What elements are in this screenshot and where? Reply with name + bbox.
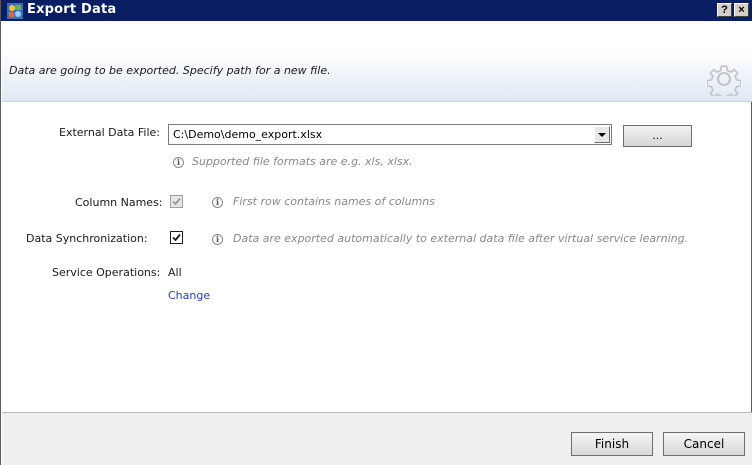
info-icon: i: [173, 157, 184, 168]
column-names-hint: First row contains names of columns: [233, 195, 435, 208]
file-format-hint: Supported file formats are e.g. xls, xls…: [192, 155, 413, 168]
close-button[interactable]: ×: [734, 3, 749, 17]
chevron-down-icon[interactable]: [594, 126, 610, 143]
external-data-file-value: C:\Demo\demo_export.xlsx: [173, 128, 323, 141]
change-link[interactable]: Change: [168, 289, 210, 302]
service-operations-label: Service Operations:: [52, 266, 161, 279]
title-bar[interactable]: Export Data ? ×: [1, 0, 752, 21]
finish-button[interactable]: Finish: [571, 432, 653, 456]
external-data-file-label: External Data File:: [59, 126, 161, 139]
header-description: Data are going to be exported. Specify p…: [9, 64, 331, 77]
export-data-icon: [7, 3, 23, 19]
window-title: Export Data: [27, 2, 117, 17]
column-names-label: Column Names:: [75, 196, 163, 209]
info-icon: i: [212, 234, 223, 245]
browse-button[interactable]: ...: [623, 125, 692, 147]
gear-icon: [707, 65, 741, 96]
checkmark-icon: [172, 233, 181, 242]
info-icon: i: [212, 197, 223, 208]
column-names-checkbox[interactable]: [170, 195, 183, 208]
export-data-dialog: Export Data ? × Data are going to be exp…: [0, 0, 752, 465]
external-data-file-combo[interactable]: C:\Demo\demo_export.xlsx: [168, 124, 612, 145]
checkmark-icon: [172, 197, 181, 206]
data-synchronization-label: Data Synchronization:: [26, 232, 148, 245]
help-button[interactable]: ?: [717, 3, 732, 17]
cancel-button[interactable]: Cancel: [663, 432, 745, 456]
dialog-header: Data are going to be exported. Specify p…: [2, 21, 752, 102]
service-operations-value: All: [168, 266, 182, 279]
data-synchronization-hint: Data are exported automatically to exter…: [233, 232, 689, 245]
data-synchronization-checkbox[interactable]: [170, 231, 183, 244]
